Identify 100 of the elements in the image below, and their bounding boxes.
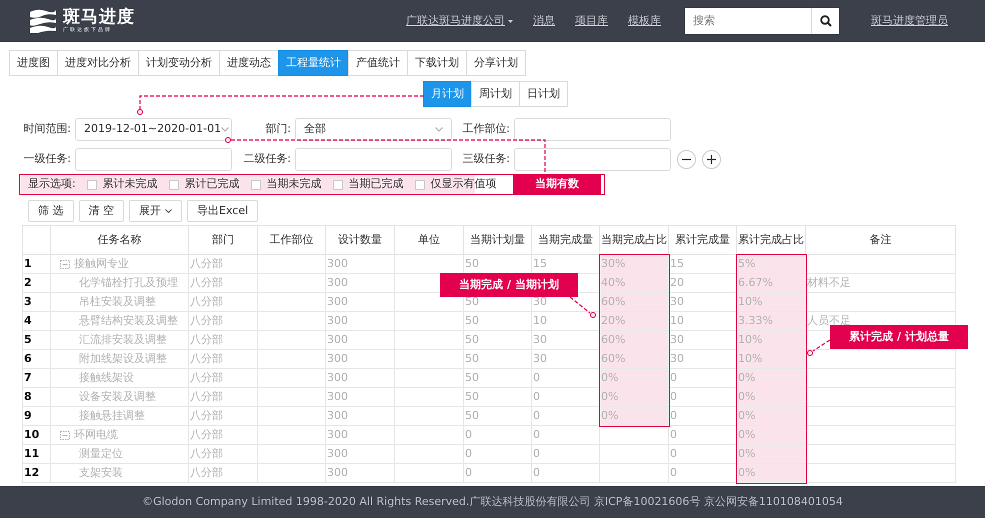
tab[interactable]: 进度图 [9,50,58,76]
checkbox-option[interactable]: 累计未完成 [86,176,158,193]
column-header: 当期完成量 [532,226,600,254]
toolbar-button[interactable]: 展开 [129,200,182,222]
column-header: 当期计划量 [464,226,532,254]
table-cell: 八分部 [188,312,258,330]
toolbar-button[interactable]: 清 空 [78,200,124,222]
plan-tab[interactable]: 日计划 [519,81,568,107]
table-cell: 50 [464,312,532,330]
row-number: 10 [22,426,50,444]
tab[interactable]: 计划变动分析 [138,50,220,76]
table-cell: 50 [464,330,532,350]
table-cell: 300 [326,312,394,330]
nav-link[interactable]: 模板库 [628,12,661,30]
search-button[interactable] [811,8,839,34]
table-cell: 60% [600,292,668,312]
tab[interactable]: 分享计划 [466,50,526,76]
table-cell: 50 [464,350,532,368]
table-cell: 30% [600,254,668,274]
column-header: 工作部位 [258,226,326,254]
toolbar-button[interactable]: 导出Excel [187,200,258,222]
table-cell: 50 [464,368,532,388]
table-cell: 20% [600,312,668,330]
caret-icon [508,20,513,22]
logo-title: 斑马进度 [63,9,135,26]
table-cell: 60% [600,350,668,368]
tab[interactable]: 下载计划 [407,50,467,76]
leader-line [807,340,830,356]
plan-tab[interactable]: 周计划 [471,81,520,107]
table-cell: 八分部 [188,464,258,482]
column-header: 任务名称 [50,226,188,254]
field-label: 三级任务: [462,151,511,168]
row-number: 12 [22,464,50,482]
tab[interactable]: 进度动态 [219,50,279,76]
select-field[interactable]: 2019-12-01~2020-01-01 [75,118,232,141]
input-field[interactable] [514,148,671,171]
checkbox-option[interactable]: 累计已完成 [168,176,240,193]
task-name: 接触线架设 [79,370,134,386]
collapse-icon[interactable] [60,430,70,440]
chevron-icon [165,209,172,213]
input-field[interactable] [514,118,671,141]
column-header: 单位 [394,226,464,254]
field-label: 部门: [265,121,292,138]
table-cell: 0 [464,444,532,464]
select-field[interactable]: 全部 [295,118,452,141]
table-cell: 0 [532,426,600,444]
table-cell: 300 [326,292,394,312]
task-name: 化学锚栓打孔及预埋 [79,274,178,291]
checkbox-option[interactable]: 当期已完成 [332,176,404,193]
row-number: 11 [22,444,50,464]
plus-icon [707,155,716,164]
table-cell: 300 [326,388,394,406]
row-number: 9 [22,406,50,426]
table-cell: 0% [600,406,668,426]
toolbar-button[interactable]: 筛 选 [28,200,74,222]
input-field[interactable] [75,148,232,171]
task-name: 吊柱安装及调整 [79,294,156,310]
table-cell: 300 [326,406,394,426]
table-cell: 300 [326,330,394,350]
nav-link[interactable]: 项目库 [575,12,608,30]
table-cell: 300 [326,464,394,482]
user-name[interactable]: 斑马进度管理员 [871,12,948,30]
footer-text: ©Glodon Company Limited 1998-2020 All Rights Reserved.广联达科技股份有限公司 京ICP备10021606号 京公网安备110108401054 [142,494,843,510]
checkbox-option[interactable]: 仅显示有值项 [414,176,497,193]
remove-button[interactable] [677,150,696,169]
table-cell: 5% [736,254,806,274]
task-name: 支架安装 [79,464,123,481]
row-number: 3 [22,292,50,312]
checkbox-option[interactable]: 当期未完成 [250,176,322,193]
column-header: 累计完成量 [668,226,736,254]
column-header: 设计数量 [326,226,394,254]
row-number: 7 [22,368,50,388]
table-cell: 材料不足 [806,274,956,292]
annotation-tag: 当期有数 [513,175,601,194]
collapse-icon[interactable] [60,260,70,268]
task-name: 悬臂结构安装及调整 [79,312,178,329]
table-cell: 0% [736,406,806,426]
row-number: 8 [22,388,50,406]
table-cell: 八分部 [188,388,258,406]
callout-label: 累计完成 / 计划总量 [830,325,968,349]
task-name: 设备安装及调整 [79,388,156,405]
tab[interactable]: 进度对比分析 [57,50,139,76]
table-cell: 300 [326,254,394,274]
nav-link[interactable]: 消息 [533,12,555,30]
table-cell: 0 [532,444,600,464]
table-cell: 40% [600,274,668,292]
table-cell: 300 [326,274,394,292]
table-cell: 10% [736,350,806,368]
search-field[interactable]: 搜索 [685,8,811,34]
table-cell: 300 [326,426,394,444]
table-cell: 0% [736,464,806,482]
input-field[interactable] [295,148,452,171]
table-cell: 300 [326,444,394,464]
row-number: 5 [22,330,50,350]
field-label: 二级任务: [243,151,292,168]
column-header: 部门 [188,226,258,254]
table-cell: 八分部 [188,274,258,292]
row-number: 1 [22,254,50,274]
add-button[interactable] [702,150,721,169]
tab[interactable]: 产值统计 [348,50,408,76]
